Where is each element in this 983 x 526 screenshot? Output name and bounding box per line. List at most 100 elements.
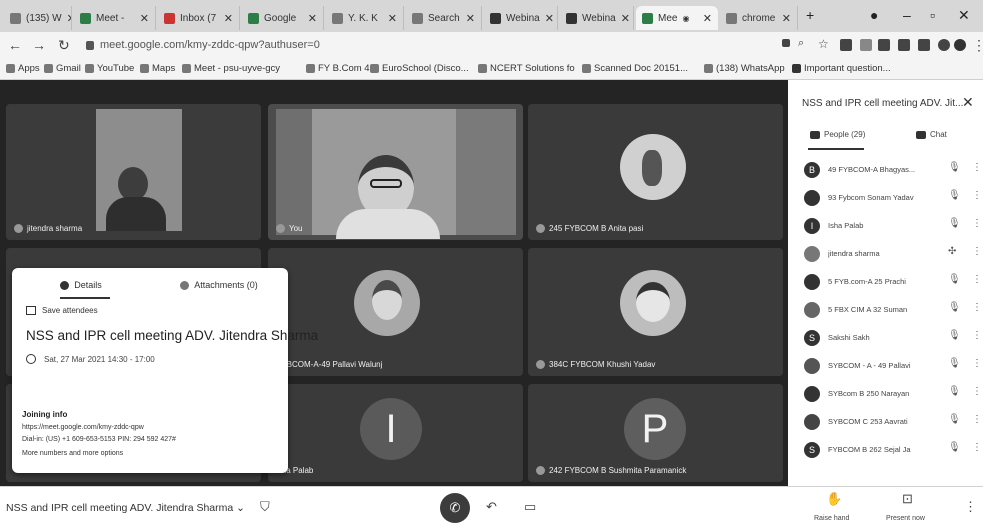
save-attendees-button[interactable]: Save attendees <box>26 306 98 315</box>
more-options-icon[interactable]: ⋮ <box>972 414 982 425</box>
close-panel-icon[interactable]: ✕ <box>962 94 974 111</box>
participant-tile[interactable]: 245 FYBCOM B Anita pasi <box>528 104 783 240</box>
participant-row[interactable]: 93 Fybcom Sonam Yadav 🎙 ⋮ <box>788 186 983 214</box>
camera-icon[interactable]: ▭ <box>524 499 536 515</box>
back-icon[interactable]: ← <box>8 37 22 53</box>
present-now-icon[interactable]: ⊡ <box>902 491 913 507</box>
more-options-icon[interactable]: ⋮ <box>972 358 982 369</box>
extension-icon[interactable] <box>878 39 890 51</box>
raise-hand-icon[interactable]: ✋ <box>826 491 842 507</box>
browser-tab[interactable]: (135) W✕ <box>4 6 72 30</box>
more-options-icon[interactable]: ⋮ <box>972 330 982 341</box>
minimize-icon[interactable]: – <box>903 7 911 23</box>
tab-close-icon[interactable]: ✕ <box>224 12 233 25</box>
more-numbers-link[interactable]: More numbers and more options <box>22 450 123 457</box>
browser-tab[interactable]: Y. K. K ✕ <box>326 6 404 30</box>
maximize-icon[interactable]: ▫ <box>930 7 935 23</box>
participant-tile[interactable]: P 242 FYBCOM B Sushmita Paramanick <box>528 384 783 482</box>
close-window-icon[interactable]: ✕ <box>958 7 970 24</box>
bookmark-youtube[interactable]: YouTube <box>85 63 134 74</box>
tab-people[interactable]: People (29) <box>810 130 865 139</box>
tab-close-icon[interactable]: ✕ <box>621 12 630 25</box>
extension-icon[interactable] <box>840 39 852 51</box>
bookmark-apps[interactable]: Apps <box>6 63 40 74</box>
extension-icon[interactable] <box>898 39 910 51</box>
pin-icon[interactable]: ✣ <box>948 246 956 257</box>
url-field[interactable]: meet.google.com/kmy-zddc-qpw?authuser=0 <box>86 35 776 55</box>
bookmark-fybcom[interactable]: FY B.Com 4 <box>306 63 370 74</box>
participant-tile-self[interactable]: You <box>268 104 523 240</box>
browser-tab[interactable]: chrome ✕ <box>720 6 798 30</box>
tab-details[interactable]: Details <box>12 274 150 296</box>
more-options-icon[interactable]: ⋮ <box>972 302 982 313</box>
camera-indicator-icon[interactable] <box>782 39 790 47</box>
puzzle-icon[interactable] <box>938 39 950 51</box>
bookmark-maps[interactable]: Maps <box>140 63 175 74</box>
bookmark-scanned-doc[interactable]: Scanned Doc 20151... <box>582 63 688 74</box>
extension-icon[interactable] <box>918 39 930 51</box>
more-options-icon[interactable]: ⋮ <box>972 246 982 257</box>
meeting-details-button[interactable]: NSS and IPR cell meeting ADV. Jitendra S… <box>6 502 245 514</box>
browser-tab[interactable]: Webina ✕ <box>484 6 558 30</box>
participant-tile[interactable]: I isha Palab <box>268 384 523 482</box>
participant-row[interactable]: SYBcom B 250 Narayan 🎙 ⋮ <box>788 382 983 410</box>
participant-row[interactable]: B 49 FYBCOM-A Bhagyas... 🎙 ⋮ <box>788 158 983 186</box>
participant-tile[interactable]: 384C FYBCOM Khushi Yadav <box>528 248 783 376</box>
browser-tab[interactable]: Inbox (7 ✕ <box>158 6 240 30</box>
bookmark-euroschool[interactable]: EuroSchool (Disco... <box>370 63 469 74</box>
hand-icon[interactable]: ↶ <box>486 499 497 515</box>
participant-tile[interactable]: jitendra sharma <box>6 104 261 240</box>
tab-chat[interactable]: Chat <box>916 130 947 139</box>
participant-row[interactable]: S FYBCOM B 262 Sejal Ja 🎙 ⋮ <box>788 438 983 466</box>
forward-icon[interactable]: → <box>32 37 46 53</box>
more-options-icon[interactable]: ⋮ <box>972 274 982 285</box>
bookmark-gmail[interactable]: Gmail <box>44 63 81 74</box>
tab-close-icon[interactable]: ✕ <box>545 12 554 25</box>
more-options-icon[interactable]: ⋮ <box>972 162 982 173</box>
new-tab-button[interactable]: + <box>806 7 814 23</box>
join-url-link[interactable]: https://meet.google.com/kmy-zddc-qpw <box>22 424 144 431</box>
participant-tile[interactable]: SYBCOM-A-49 Pallavi Walunj <box>268 248 523 376</box>
shield-icon[interactable]: ⛉ <box>260 499 270 515</box>
participant-row[interactable]: SYBCOM C 253 Aavrati 🎙 ⋮ <box>788 410 983 438</box>
tab-close-icon[interactable]: ✕ <box>466 12 475 25</box>
more-options-icon[interactable]: ⋮ <box>972 218 982 229</box>
tab-attachments[interactable]: Attachments (0) <box>150 274 288 296</box>
bookmark-whatsapp[interactable]: (138) WhatsApp <box>704 63 785 74</box>
participant-row[interactable]: I Isha Palab 🎙 ⋮ <box>788 214 983 242</box>
tab-close-icon[interactable]: ✕ <box>703 12 712 25</box>
star-icon[interactable]: ☆ <box>818 37 829 51</box>
bookmark-important-question[interactable]: Important question... <box>792 63 891 74</box>
tab-close-icon[interactable]: ✕ <box>388 12 397 25</box>
browser-tab[interactable]: Google ✕ <box>242 6 324 30</box>
participant-row[interactable]: SYBCOM - A - 49 Pallavi 🎙 ⋮ <box>788 354 983 382</box>
browser-tab-active[interactable]: Mee ◉ ✕ <box>636 6 718 30</box>
tab-close-icon[interactable]: ✕ <box>140 12 149 25</box>
menu-icon[interactable]: ⋮ <box>972 37 983 54</box>
raise-hand-label[interactable]: Raise hand <box>814 515 849 522</box>
participant-row[interactable]: S Sakshi Sakh 🎙 ⋮ <box>788 326 983 354</box>
zoom-icon[interactable]: ⌕ <box>798 37 804 50</box>
end-call-button[interactable]: ✆ <box>440 493 470 523</box>
more-options-icon[interactable]: ⋮ <box>972 190 982 201</box>
browser-tab[interactable]: Meet - ✕ <box>74 6 156 30</box>
browser-tab[interactable]: Webina ✕ <box>560 6 634 30</box>
participant-row[interactable]: 5 FYB.com-A 25 Prachi 🎙 ⋮ <box>788 270 983 298</box>
tab-close-icon[interactable]: ✕ <box>308 12 317 25</box>
more-options-icon[interactable]: ⋮ <box>972 386 982 397</box>
more-options-icon[interactable]: ⋮ <box>964 499 977 515</box>
profile-avatar[interactable] <box>954 39 966 51</box>
tab-close-icon[interactable]: ✕ <box>782 12 791 25</box>
people-panel: NSS and IPR cell meeting ADV. Jit... ✕ P… <box>788 80 983 486</box>
reload-icon[interactable]: ↻ <box>58 37 70 54</box>
bookmark-meet[interactable]: Meet - psu-uyve-gcy <box>182 63 280 74</box>
tab-close-icon[interactable]: ✕ <box>67 12 71 25</box>
extension-icon[interactable] <box>860 39 872 51</box>
bookmark-ncert[interactable]: NCERT Solutions fo <box>478 63 575 74</box>
participant-row[interactable]: 5 FBX CIM A 32 Suman 🎙 ⋮ <box>788 298 983 326</box>
participant-row[interactable]: jitendra sharma ✣ ⋮ <box>788 242 983 270</box>
more-options-icon[interactable]: ⋮ <box>972 442 982 453</box>
avatar: B <box>804 162 820 178</box>
browser-tab[interactable]: Search ✕ <box>406 6 482 30</box>
present-now-label[interactable]: Present now <box>886 515 925 522</box>
